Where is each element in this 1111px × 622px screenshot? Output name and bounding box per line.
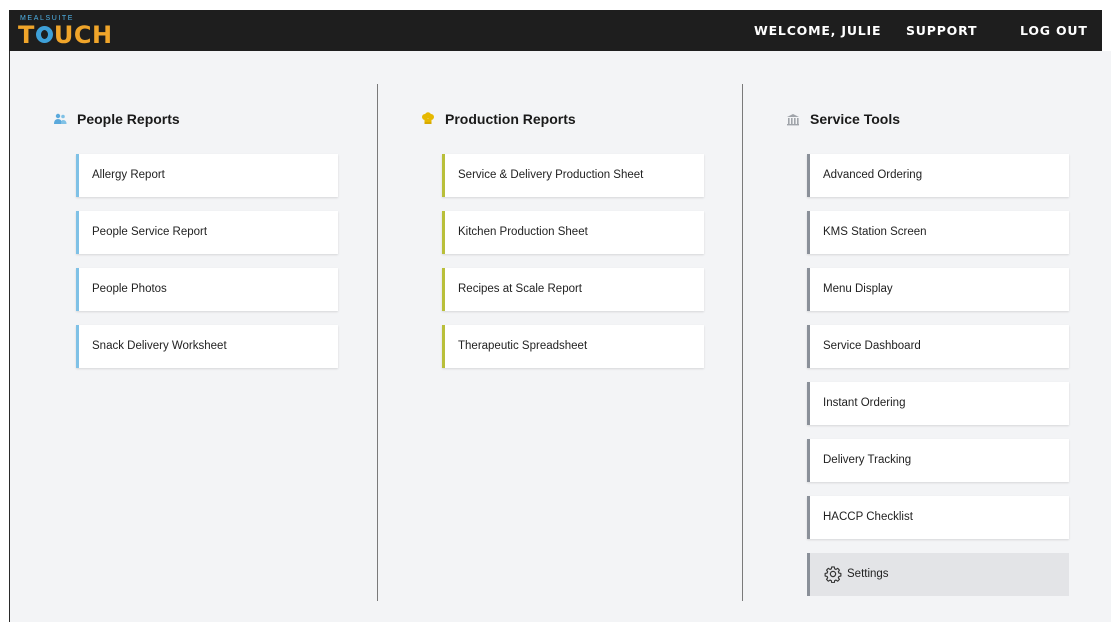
item-label: People Service Report <box>92 226 208 238</box>
item-label: Service Dashboard <box>823 340 921 352</box>
logo-letter-t: T <box>18 21 35 49</box>
item-label: Service & Delivery Production Sheet <box>458 169 644 181</box>
settings-button[interactable]: Settings <box>807 553 1069 596</box>
logo-big-text: T UCH <box>18 22 113 48</box>
item-label: Snack Delivery Worksheet <box>92 340 227 352</box>
building-icon <box>787 114 799 126</box>
service-tools-title: Service Tools <box>810 111 901 127</box>
delivery-tracking-link[interactable]: Delivery Tracking <box>807 439 1069 482</box>
item-label: HACCP Checklist <box>823 511 913 523</box>
recipes-at-scale-report-link[interactable]: Recipes at Scale Report <box>442 268 704 311</box>
item-label: Therapeutic Spreadsheet <box>458 340 588 352</box>
instant-ordering-link[interactable]: Instant Ordering <box>807 382 1069 425</box>
people-icon <box>54 113 67 124</box>
service-tools-column: Service Tools Advanced Ordering KMS Stat… <box>786 107 1069 596</box>
production-reports-heading: Production Reports <box>421 107 683 131</box>
service-dashboard-link[interactable]: Service Dashboard <box>807 325 1069 368</box>
snack-delivery-worksheet-link[interactable]: Snack Delivery Worksheet <box>76 325 338 368</box>
production-reports-column: Production Reports Service & Delivery Pr… <box>421 107 704 368</box>
logo-o-icon <box>35 26 53 43</box>
item-label: Allergy Report <box>92 169 165 181</box>
item-label: Kitchen Production Sheet <box>458 226 588 238</box>
service-delivery-production-sheet-link[interactable]: Service & Delivery Production Sheet <box>442 154 704 197</box>
people-service-report-link[interactable]: People Service Report <box>76 211 338 254</box>
column-divider <box>742 84 743 601</box>
haccp-checklist-link[interactable]: HACCP Checklist <box>807 496 1069 539</box>
service-tools-heading: Service Tools <box>786 107 1048 131</box>
therapeutic-spreadsheet-link[interactable]: Therapeutic Spreadsheet <box>442 325 704 368</box>
kms-station-screen-link[interactable]: KMS Station Screen <box>807 211 1069 254</box>
item-label: Instant Ordering <box>823 397 906 409</box>
log-out-link[interactable]: LOG OUT <box>1020 10 1088 51</box>
advanced-ordering-link[interactable]: Advanced Ordering <box>807 154 1069 197</box>
mealsuite-touch-logo[interactable]: MEALSUITE T UCH <box>18 15 128 49</box>
item-label: KMS Station Screen <box>823 226 927 238</box>
chef-hat-icon <box>422 112 434 124</box>
people-reports-title: People Reports <box>77 111 180 127</box>
kitchen-production-sheet-link[interactable]: Kitchen Production Sheet <box>442 211 704 254</box>
item-label: Settings <box>847 568 889 580</box>
item-label: Recipes at Scale Report <box>458 283 583 295</box>
people-reports-heading: People Reports <box>53 107 315 131</box>
people-reports-column: People Reports Allergy Report People Ser… <box>53 107 338 368</box>
item-label: Delivery Tracking <box>823 454 912 466</box>
column-divider <box>377 84 378 601</box>
logo-letters-uch: UCH <box>53 21 113 49</box>
allergy-report-link[interactable]: Allergy Report <box>76 154 338 197</box>
gear-icon <box>824 566 842 583</box>
people-photos-link[interactable]: People Photos <box>76 268 338 311</box>
production-reports-title: Production Reports <box>445 111 576 127</box>
menu-display-link[interactable]: Menu Display <box>807 268 1069 311</box>
item-label: Menu Display <box>823 283 893 295</box>
top-bar: MEALSUITE T UCH WELCOME, JULIE SUPPORT LO… <box>9 10 1102 51</box>
main-content: People Reports Allergy Report People Ser… <box>9 51 1111 622</box>
item-label: People Photos <box>92 283 167 295</box>
item-label: Advanced Ordering <box>823 169 923 181</box>
welcome-text: WELCOME, JULIE <box>754 23 882 38</box>
support-link[interactable]: SUPPORT <box>906 10 977 51</box>
